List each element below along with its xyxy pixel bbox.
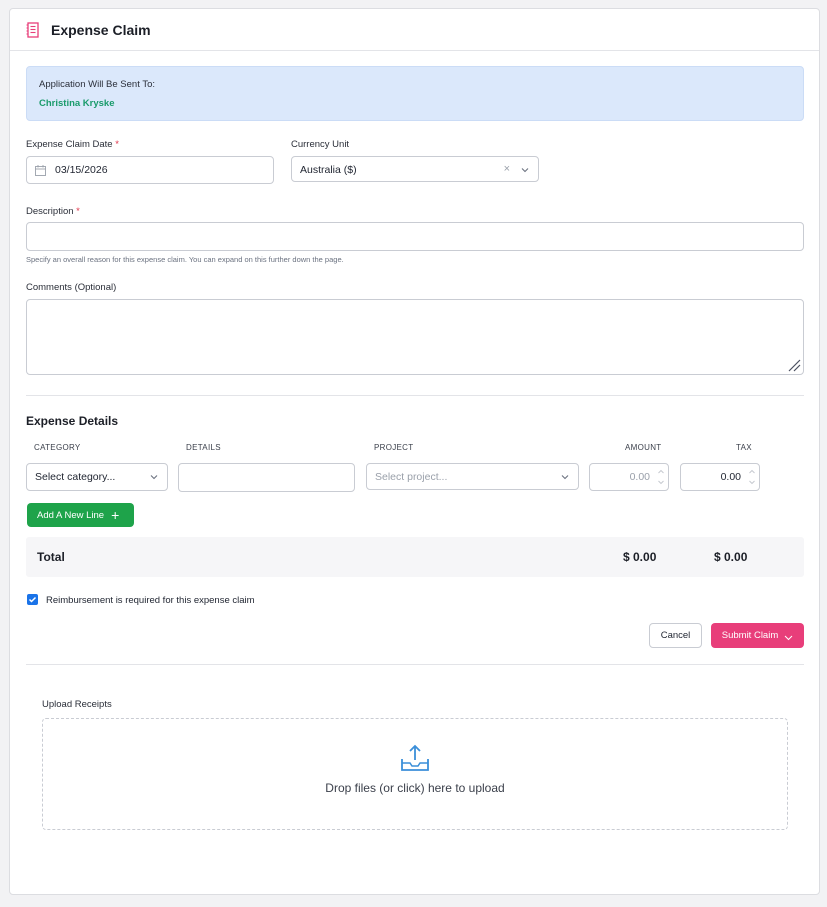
divider xyxy=(26,664,804,665)
calendar-icon xyxy=(35,165,46,176)
stepper-icon[interactable] xyxy=(748,467,756,487)
amount-input[interactable]: 0.00 xyxy=(589,463,669,491)
total-label: Total xyxy=(37,550,65,564)
recipient-notice: Application Will Be Sent To: Christina K… xyxy=(26,66,804,121)
chevron-down-icon xyxy=(149,472,159,482)
reimbursement-label[interactable]: Reimbursement is required for this expen… xyxy=(46,595,255,606)
upload-dropzone[interactable]: Drop files (or click) here to upload xyxy=(42,718,788,830)
submit-claim-label: Submit Claim xyxy=(721,630,779,641)
dropzone-text: Drop files (or click) here to upload xyxy=(325,781,505,795)
total-bar: Total $ 0.00 $ 0.00 xyxy=(26,537,804,577)
currency-value: Australia ($) xyxy=(300,164,357,176)
category-placeholder: Select category... xyxy=(35,471,116,483)
claim-date-input[interactable]: 03/15/2026 xyxy=(26,156,274,184)
check-icon xyxy=(28,596,37,603)
description-help: Specify an overall reason for this expen… xyxy=(26,255,344,264)
card-header: Expense Claim xyxy=(10,9,819,51)
project-placeholder: Select project... xyxy=(375,471,448,483)
cancel-button[interactable]: Cancel xyxy=(649,623,702,648)
claim-date-label-text: Expense Claim Date xyxy=(26,139,113,150)
amount-value: 0.00 xyxy=(629,471,650,483)
page-title: Expense Claim xyxy=(51,21,151,38)
tax-input[interactable]: 0.00 xyxy=(680,463,760,491)
claim-date-label: Expense Claim Date * xyxy=(26,139,119,150)
submit-claim-button[interactable]: Submit Claim xyxy=(711,623,804,648)
column-header-tax: TAX xyxy=(736,443,752,452)
total-tax: $ 0.00 xyxy=(714,550,748,564)
currency-select[interactable]: Australia ($) × xyxy=(291,156,539,182)
recipient-name[interactable]: Christina Kryske xyxy=(39,98,115,109)
expense-claim-card: Expense Claim Application Will Be Sent T… xyxy=(9,8,820,895)
expense-details-title: Expense Details xyxy=(26,414,119,428)
category-select[interactable]: Select category... xyxy=(26,463,168,491)
details-input[interactable] xyxy=(178,463,355,492)
upload-receipts-label: Upload Receipts xyxy=(42,699,112,710)
tax-value: 0.00 xyxy=(720,471,741,483)
total-amount: $ 0.00 xyxy=(623,550,657,564)
column-header-details: DETAILS xyxy=(186,443,221,452)
description-label: Description * xyxy=(26,206,80,217)
chevron-down-icon[interactable] xyxy=(520,165,530,175)
reimbursement-checkbox[interactable] xyxy=(27,594,38,605)
column-header-amount: AMOUNT xyxy=(625,443,662,452)
description-label-text: Description xyxy=(26,206,74,217)
required-mark: * xyxy=(76,206,80,217)
column-header-project: PROJECT xyxy=(374,443,414,452)
comments-label: Comments (Optional) xyxy=(26,282,117,293)
add-new-line-button[interactable]: Add A New Line + xyxy=(27,503,134,527)
receipt-icon xyxy=(26,21,40,38)
description-input[interactable] xyxy=(26,222,804,251)
required-mark: * xyxy=(115,139,119,150)
add-new-line-label: Add A New Line xyxy=(37,509,105,521)
project-select[interactable]: Select project... xyxy=(366,463,579,490)
currency-label: Currency Unit xyxy=(291,139,350,150)
column-header-category: CATEGORY xyxy=(34,443,81,452)
chevron-down-icon xyxy=(560,472,570,482)
claim-date-value: 03/15/2026 xyxy=(55,164,108,176)
plus-icon: + xyxy=(111,507,120,523)
chevron-down-icon xyxy=(784,633,793,640)
notice-label: Application Will Be Sent To: xyxy=(39,79,155,90)
clear-icon[interactable]: × xyxy=(504,163,510,175)
comments-textarea[interactable] xyxy=(26,299,804,375)
resize-handle-icon[interactable] xyxy=(787,358,801,372)
divider xyxy=(26,395,804,396)
upload-icon xyxy=(400,743,430,773)
stepper-icon[interactable] xyxy=(657,467,665,487)
